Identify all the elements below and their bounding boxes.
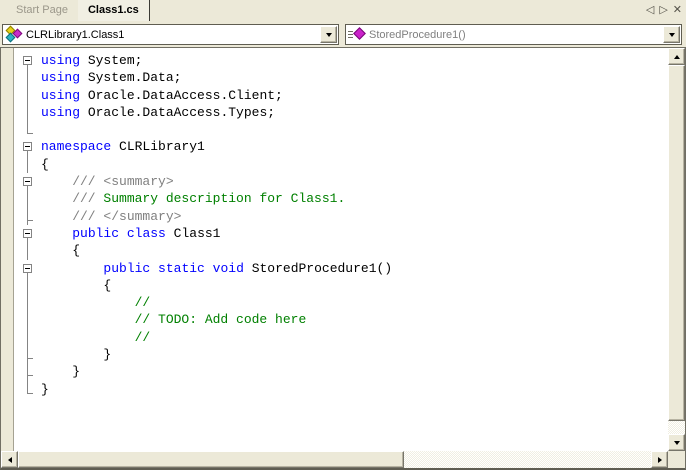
code-text: {: [41, 278, 111, 294]
code-lines: using System;using System.Data; using Ora…: [1, 48, 668, 398]
code-text: using System.Data;: [41, 70, 181, 86]
code-line[interactable]: /// </summary>: [1, 208, 668, 225]
navigate-forward-icon[interactable]: ▷: [659, 0, 667, 21]
code-text: //: [41, 295, 150, 311]
code-text: namespace CLRLibrary1: [41, 139, 205, 155]
code-text: {: [41, 157, 49, 173]
tab-start-page[interactable]: Start Page: [6, 0, 78, 21]
vertical-scrollbar-thumb[interactable]: [668, 65, 685, 421]
horizontal-scrollbar-thumb[interactable]: [18, 451, 404, 468]
code-navigation-bar: CLRLibrary1.Class1 StoredProcedure1(): [0, 21, 686, 47]
scroll-right-button[interactable]: [651, 451, 668, 468]
fold-toggle-icon[interactable]: [23, 142, 32, 151]
code-line[interactable]: // TODO: Add code here: [1, 311, 668, 328]
class-icon: [5, 26, 23, 43]
vs-code-editor-window: { "window": { "nav_back_icon": "◁", "nav…: [0, 0, 686, 470]
tab-class1-cs[interactable]: Class1.cs: [78, 0, 150, 21]
method-icon: [348, 26, 366, 43]
code-text: using Oracle.DataAccess.Types;: [41, 105, 275, 121]
code-line[interactable]: }: [1, 381, 668, 398]
code-line[interactable]: /// <summary>: [1, 173, 668, 190]
code-line[interactable]: using System;: [1, 52, 668, 69]
types-dropdown-value: CLRLibrary1.Class1: [23, 29, 320, 41]
scroll-left-button[interactable]: [1, 451, 18, 468]
vertical-scrollbar[interactable]: [668, 48, 685, 451]
code-line[interactable]: }: [1, 346, 668, 363]
code-line[interactable]: public class Class1: [1, 225, 668, 242]
document-tab-strip: Start Page Class1.cs: [0, 0, 686, 22]
code-line[interactable]: {: [1, 277, 668, 294]
chevron-down-icon[interactable]: [663, 26, 680, 43]
code-line[interactable]: //: [1, 294, 668, 311]
code-text: public static void StoredProcedure1(): [41, 261, 392, 277]
code-line[interactable]: using Oracle.DataAccess.Types;: [1, 104, 668, 121]
close-icon[interactable]: ✕: [673, 0, 682, 21]
horizontal-scrollbar[interactable]: [1, 451, 668, 468]
code-line[interactable]: public static void StoredProcedure1(): [1, 260, 668, 277]
scroll-up-button[interactable]: [668, 48, 685, 65]
fold-toggle-icon[interactable]: [23, 56, 32, 65]
code-text: //: [41, 330, 150, 346]
code-text: /// Summary description for Class1.: [41, 191, 345, 207]
code-line[interactable]: //: [1, 329, 668, 346]
types-dropdown[interactable]: CLRLibrary1.Class1: [2, 24, 339, 45]
code-editor: using System;using System.Data; using Ora…: [0, 47, 686, 470]
code-line[interactable]: [1, 121, 668, 138]
fold-toggle-icon[interactable]: [23, 177, 32, 186]
navigate-back-icon[interactable]: ◁: [646, 0, 654, 21]
members-dropdown[interactable]: StoredProcedure1(): [345, 24, 682, 45]
members-dropdown-value: StoredProcedure1(): [366, 29, 663, 41]
code-line[interactable]: namespace CLRLibrary1: [1, 138, 668, 155]
code-text: }: [41, 364, 80, 380]
code-text: /// </summary>: [41, 209, 181, 225]
code-text: }: [41, 382, 49, 398]
code-editor-surface[interactable]: using System;using System.Data; using Ora…: [1, 48, 668, 451]
code-line[interactable]: using Oracle.DataAccess.Client;: [1, 87, 668, 104]
code-line[interactable]: {: [1, 156, 668, 173]
code-line[interactable]: using System.Data;: [1, 69, 668, 86]
code-text: using Oracle.DataAccess.Client;: [41, 88, 283, 104]
code-text: public class Class1: [41, 226, 220, 242]
code-line[interactable]: /// Summary description for Class1.: [1, 190, 668, 207]
scrollbar-corner: [668, 451, 685, 468]
code-line[interactable]: }: [1, 363, 668, 380]
fold-toggle-icon[interactable]: [23, 229, 32, 238]
code-text: using System;: [41, 53, 142, 69]
fold-toggle-icon[interactable]: [23, 264, 32, 273]
scroll-down-button[interactable]: [668, 434, 685, 451]
code-text: }: [41, 347, 111, 363]
document-nav-buttons: ◁ ▷ ✕: [646, 0, 682, 21]
code-text: {: [41, 243, 80, 259]
code-line[interactable]: {: [1, 242, 668, 259]
code-text: // TODO: Add code here: [41, 312, 306, 328]
code-text: /// <summary>: [41, 174, 174, 190]
chevron-down-icon[interactable]: [320, 26, 337, 43]
